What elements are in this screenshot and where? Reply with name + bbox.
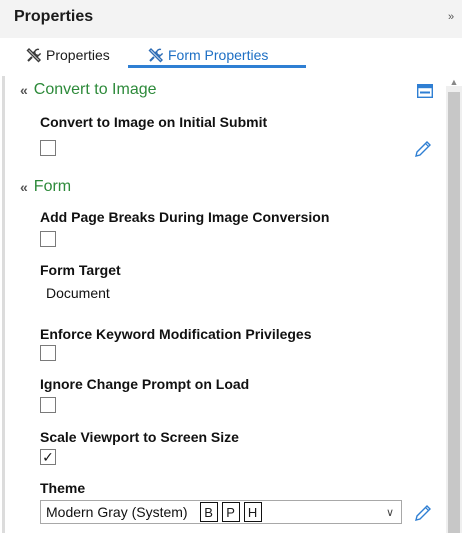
tab-form-properties-label: Form Properties bbox=[168, 47, 269, 63]
collapse-chevron-icon: « bbox=[20, 179, 28, 195]
theme-button-b[interactable]: B bbox=[199, 502, 218, 522]
prop-label-theme: Theme bbox=[40, 480, 86, 496]
scrollbar-thumb[interactable] bbox=[448, 92, 460, 533]
content-border bbox=[2, 76, 5, 533]
section-title: Convert to Image bbox=[33, 81, 157, 98]
prop-label-scale-viewport: Scale Viewport to Screen Size bbox=[40, 429, 239, 445]
prop-label-form-target: Form Target bbox=[40, 262, 121, 278]
collapse-chevron-icon: « bbox=[20, 82, 28, 98]
section-form[interactable]: « Form bbox=[20, 178, 71, 196]
form-tools-icon bbox=[148, 47, 165, 64]
edit-pencil-icon[interactable] bbox=[413, 503, 433, 523]
edit-pencil-icon[interactable] bbox=[413, 139, 433, 159]
collapse-panel-icon[interactable]: » bbox=[448, 11, 454, 23]
active-tab-indicator bbox=[128, 65, 306, 68]
tab-form-properties[interactable]: Form Properties bbox=[148, 43, 268, 67]
section-convert-to-image[interactable]: « Convert to Image bbox=[20, 81, 157, 99]
tools-icon bbox=[26, 47, 43, 64]
panel-title: Properties bbox=[14, 8, 94, 25]
section-title: Form bbox=[33, 178, 72, 195]
panel-layout-icon[interactable] bbox=[416, 83, 434, 99]
prop-label-convert-initial-submit: Convert to Image on Initial Submit bbox=[40, 114, 268, 130]
theme-select[interactable]: Modern Gray (System) B P H ∨ bbox=[40, 500, 402, 524]
prop-label-ignore-change-prompt: Ignore Change Prompt on Load bbox=[40, 376, 250, 392]
checkbox-convert-initial-submit[interactable] bbox=[40, 140, 56, 156]
checkbox-ignore-change-prompt[interactable] bbox=[40, 397, 56, 413]
theme-button-p[interactable]: P bbox=[221, 502, 240, 522]
checkbox-enforce-keyword[interactable] bbox=[40, 345, 56, 361]
theme-select-value: Modern Gray (System) bbox=[46, 504, 188, 520]
prop-label-add-page-breaks: Add Page Breaks During Image Conversion bbox=[40, 209, 330, 225]
tab-properties[interactable]: Properties bbox=[26, 43, 110, 67]
checkbox-add-page-breaks[interactable] bbox=[40, 231, 56, 247]
theme-button-h[interactable]: H bbox=[243, 502, 262, 522]
chevron-down-icon[interactable]: ∨ bbox=[386, 506, 394, 519]
prop-label-enforce-keyword: Enforce Keyword Modification Privileges bbox=[40, 326, 312, 342]
prop-value-form-target[interactable]: Document bbox=[46, 285, 110, 301]
tab-properties-label: Properties bbox=[46, 47, 110, 63]
checkbox-scale-viewport[interactable]: ✓ bbox=[40, 449, 56, 465]
